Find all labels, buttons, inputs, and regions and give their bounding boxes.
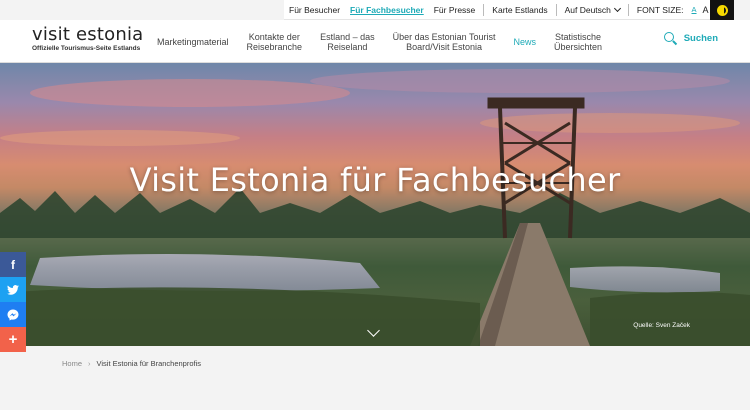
twitter-share-button[interactable] <box>0 277 26 302</box>
contrast-icon <box>716 4 728 16</box>
font-size-small-button[interactable]: A <box>689 5 700 14</box>
more-share-button[interactable]: + <box>0 327 26 352</box>
utility-bar: Für Besucher Für Fachbesucher Für Presse… <box>284 0 734 20</box>
language-label: Auf Deutsch <box>564 4 611 15</box>
breadcrumb-home[interactable]: Home <box>62 359 82 368</box>
social-share-bar: f + <box>0 252 26 352</box>
nav-label: Kontakte der <box>248 31 300 42</box>
chevron-down-icon <box>613 4 621 12</box>
nav-item-contacts[interactable]: Kontakte der Reisebranche <box>238 32 312 52</box>
logo-subtitle: Offizielle Tourismus-Seite Estlands <box>32 45 141 52</box>
facebook-share-button[interactable]: f <box>0 252 26 277</box>
breadcrumb: Home › Visit Estonia für Branchenprofis <box>62 359 201 368</box>
nav-item-news[interactable]: News <box>505 37 546 47</box>
divider <box>483 3 485 16</box>
messenger-icon <box>7 309 19 320</box>
facebook-icon: f <box>11 257 15 272</box>
search-icon <box>663 32 677 46</box>
nav-label: Estland – das <box>320 31 375 42</box>
divider <box>555 3 557 16</box>
chevron-right-icon: › <box>88 359 91 368</box>
nav-label: Über das Estonian Tourist <box>392 31 496 42</box>
nav-label: News <box>513 36 537 47</box>
hero-banner: Visit Estonia für Fachbesucher Quelle: S… <box>0 63 750 346</box>
utility-link-visitors[interactable]: Für Besucher <box>284 0 345 20</box>
site-logo[interactable]: visit estonia Offizielle Tourismus-Seite… <box>32 24 144 53</box>
nav-label: Marketingmaterial <box>157 36 229 47</box>
nav-label: Statistische <box>555 31 602 42</box>
divider <box>627 3 629 16</box>
hero-title: Visit Estonia für Fachbesucher <box>129 161 621 199</box>
contrast-toggle-button[interactable] <box>710 0 734 20</box>
twitter-icon <box>7 284 19 295</box>
utility-link-professionals[interactable]: Für Fachbesucher <box>345 0 429 20</box>
nav-label: Übersichten <box>554 41 603 52</box>
utility-link-press[interactable]: Für Presse <box>429 0 481 20</box>
plus-icon: + <box>8 331 18 348</box>
font-size-label: FONT SIZE: <box>636 4 684 15</box>
nav-item-marketing[interactable]: Marketingmaterial <box>148 37 238 47</box>
logo-title: visit estonia <box>32 24 144 45</box>
messenger-share-button[interactable] <box>0 302 26 327</box>
image-credit: Quelle: Sven Začek <box>633 322 690 329</box>
search-button[interactable]: Suchen <box>663 32 718 46</box>
search-label: Suchen <box>683 33 718 44</box>
nav-label: Reiseland <box>327 41 368 52</box>
utility-link-map[interactable]: Karte Estlands <box>487 0 552 20</box>
nav-item-statistics[interactable]: Statistische Übersichten <box>545 32 611 52</box>
language-select[interactable]: Auf Deutsch <box>560 0 625 20</box>
hero-image <box>0 69 750 346</box>
site-header: visit estonia Offizielle Tourismus-Seite… <box>0 20 750 63</box>
nav-label: Reisebranche <box>246 41 303 52</box>
breadcrumb-current: Visit Estonia für Branchenprofis <box>96 359 202 368</box>
nav-item-about[interactable]: Über das Estonian Tourist Board/Visit Es… <box>384 32 505 52</box>
nav-label: Board/Visit Estonia <box>406 41 483 52</box>
nav-item-destination[interactable]: Estland – das Reiseland <box>311 32 384 52</box>
main-nav: Marketingmaterial Kontakte der Reisebran… <box>148 20 611 63</box>
